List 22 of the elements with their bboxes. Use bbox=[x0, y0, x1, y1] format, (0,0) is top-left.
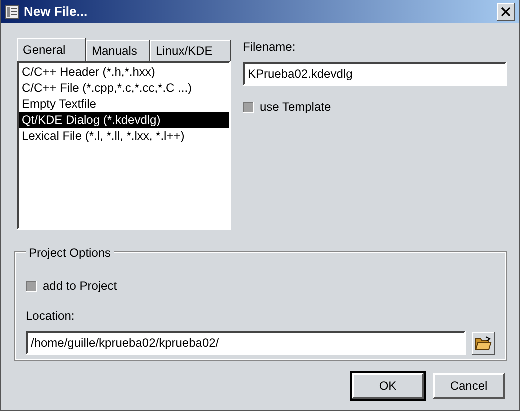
list-item[interactable]: Qt/KDE Dialog (*.kdevdlg) bbox=[19, 112, 229, 128]
location-field[interactable]: /home/guille/kprueba02/kprueba02/ bbox=[26, 331, 466, 355]
folder-button[interactable] bbox=[472, 332, 495, 354]
filename-field[interactable]: KPrueba02.kdevdlg bbox=[243, 62, 507, 86]
list-item[interactable]: C/C++ Header (*.h,*.hxx) bbox=[19, 64, 229, 80]
tab[interactable]: General bbox=[17, 38, 86, 61]
tab[interactable]: Manuals bbox=[86, 40, 150, 61]
list-item[interactable]: C/C++ File (*.cpp,*.c,*.cc,*.C ...) bbox=[19, 80, 229, 96]
checkbox-label: add to Project bbox=[43, 278, 118, 295]
folder-icon bbox=[475, 336, 492, 350]
window-title: New File... bbox=[24, 2, 88, 21]
field-label: Filename: bbox=[243, 39, 297, 56]
close-button[interactable] bbox=[497, 2, 515, 20]
tab[interactable]: Linux/KDE bbox=[150, 40, 231, 61]
list-item[interactable]: Empty Textfile bbox=[19, 96, 229, 112]
close-icon bbox=[501, 6, 511, 16]
list-item[interactable]: Lexical File (*.l, *.ll, *.lxx, *.l++) bbox=[19, 128, 229, 144]
cancel-button[interactable]: Cancel bbox=[433, 373, 505, 399]
ok-button[interactable]: OK bbox=[352, 373, 424, 399]
field-label: Location: bbox=[26, 308, 76, 325]
checkbox-label: use Template bbox=[260, 99, 332, 116]
window-icon bbox=[5, 4, 19, 18]
